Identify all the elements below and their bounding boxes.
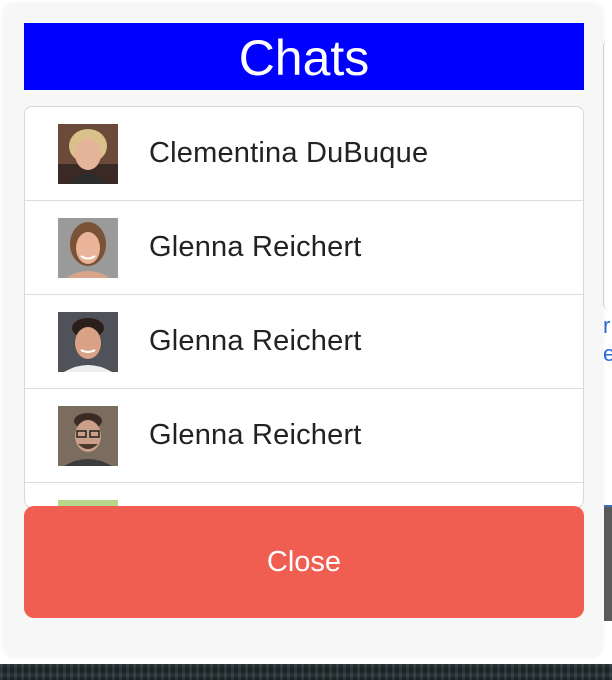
chat-name: Glenna Reichert bbox=[149, 325, 362, 357]
chat-list-item[interactable]: Clementina DuBuque bbox=[25, 107, 583, 201]
chat-name: Clementina DuBuque bbox=[149, 137, 429, 169]
chats-modal: Chats Clementina DuBuque Glenna Reichert bbox=[4, 4, 602, 656]
chat-list-item[interactable]: Glenna Reichert bbox=[25, 389, 583, 483]
chat-list-item[interactable]: Glenna Reichert bbox=[25, 201, 583, 295]
background-card-edge bbox=[603, 40, 612, 310]
chat-list[interactable]: Clementina DuBuque Glenna Reichert Glenn… bbox=[24, 106, 584, 508]
background-image-fragment bbox=[604, 505, 612, 621]
background-bottom-strip bbox=[0, 664, 612, 680]
chat-list-item[interactable]: Glenna Reichert bbox=[25, 295, 583, 389]
modal-title: Chats bbox=[24, 23, 584, 90]
avatar bbox=[58, 217, 118, 278]
avatar bbox=[58, 123, 118, 184]
chat-name: Glenna Reichert bbox=[149, 231, 362, 263]
chat-name: Glenna Reichert bbox=[149, 419, 362, 451]
avatar bbox=[58, 311, 118, 372]
close-button[interactable]: Close bbox=[24, 506, 584, 618]
avatar bbox=[58, 405, 118, 466]
chat-list-item[interactable] bbox=[25, 483, 583, 507]
background-link-fragment[interactable]: e bbox=[603, 341, 612, 367]
background-link-fragment[interactable]: r bbox=[603, 313, 612, 339]
